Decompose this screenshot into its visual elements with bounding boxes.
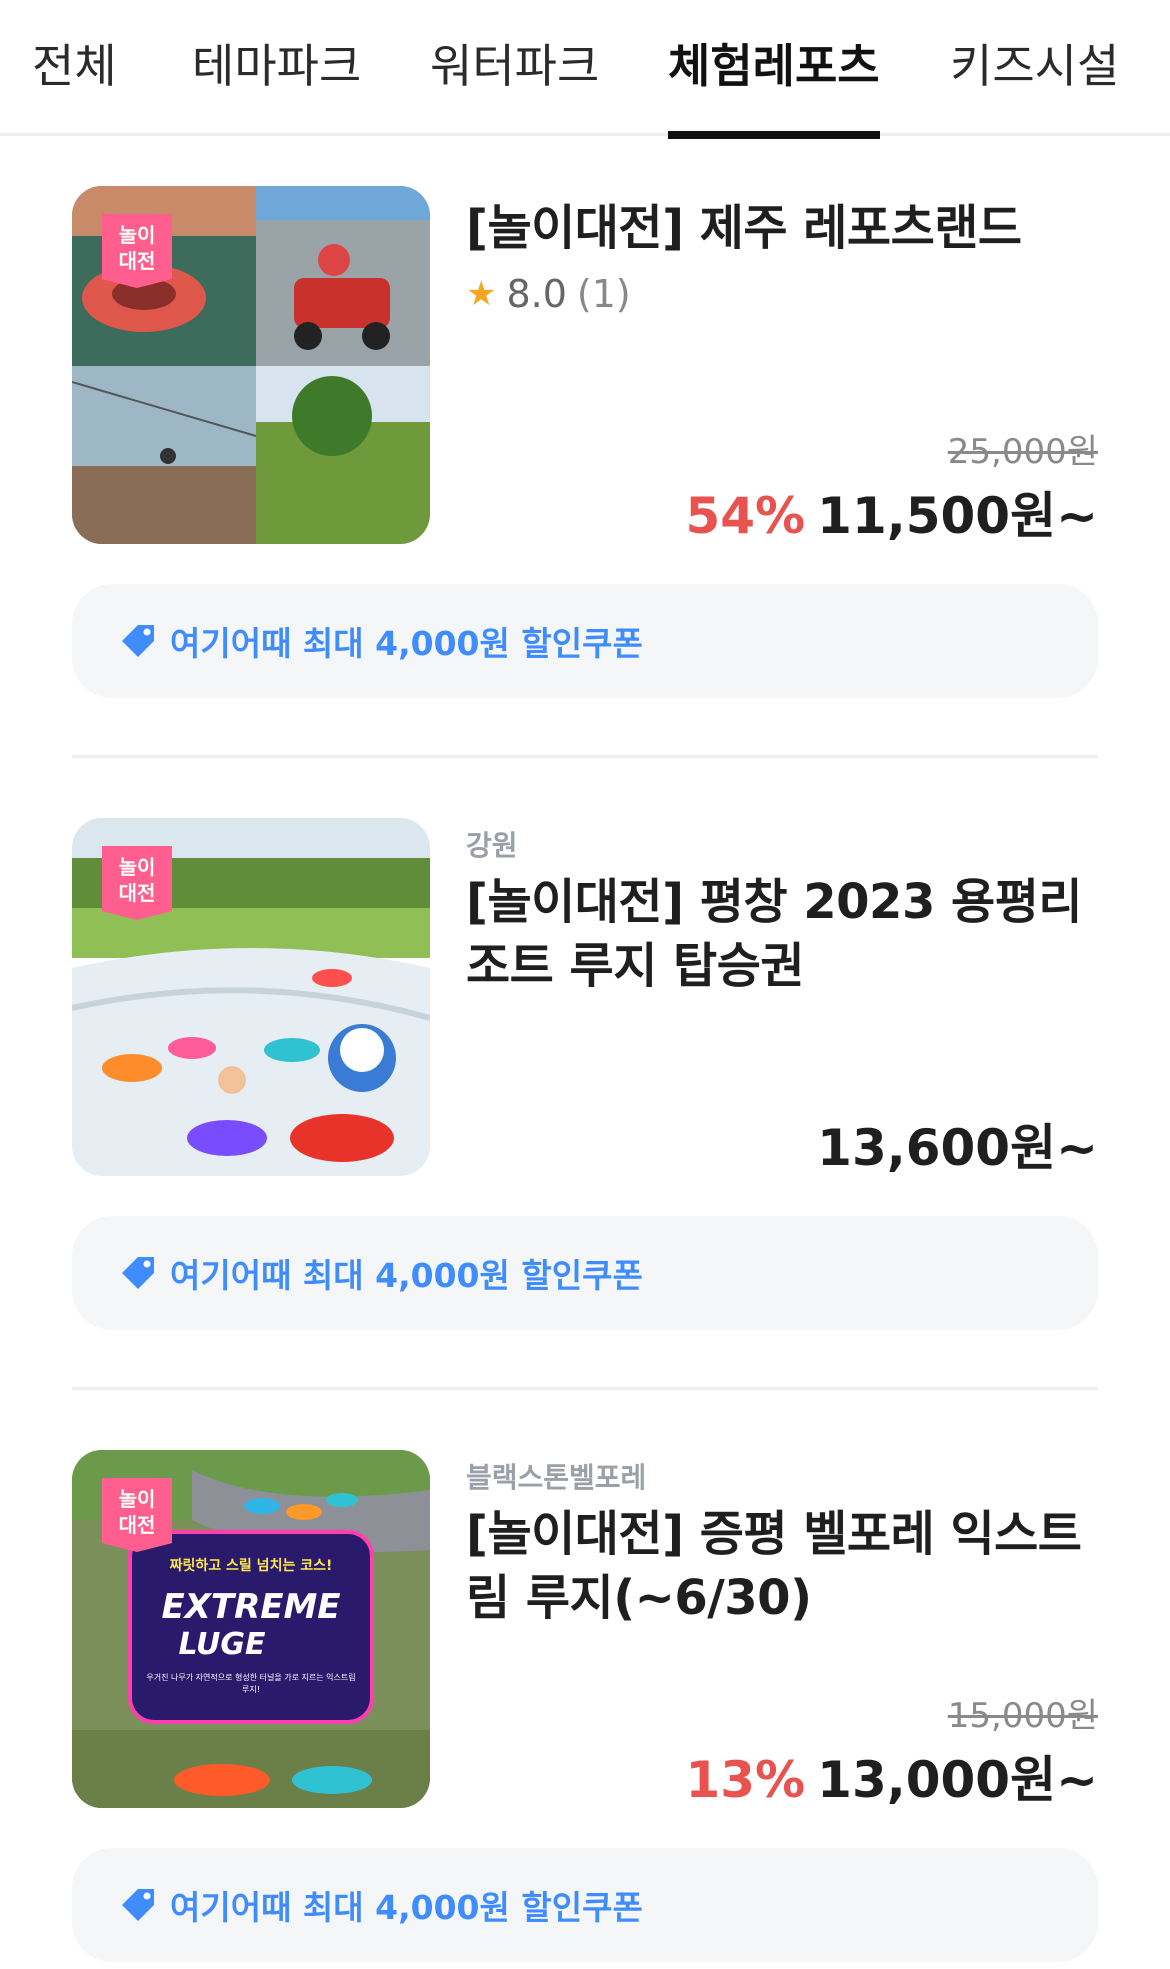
sale-price: 11,500원~	[817, 487, 1098, 545]
product-rating: ★ 8.0 (1)	[466, 272, 631, 316]
promo-badge: 놀이 대전	[102, 846, 172, 920]
tab-all[interactable]: 전체	[32, 0, 117, 136]
product-title[interactable]: [놀이대전] 제주 레포츠랜드	[466, 196, 1106, 260]
product-card[interactable]: 놀이 대전 강원 [놀이대전] 평창 2023 용평리조트 루지 탑승권 13,…	[0, 818, 1170, 1338]
product-thumbnail[interactable]: 짜릿하고 스릴 넘치는 코스! EXTREME LUGE 우거진 나무가 자연적…	[72, 1450, 430, 1808]
star-icon: ★	[466, 274, 497, 314]
coupon-banner[interactable]: 여기어때 최대 4,000원 할인쿠폰	[72, 1216, 1098, 1330]
original-price: 15,000원	[947, 1696, 1098, 1736]
product-title[interactable]: [놀이대전] 평창 2023 용평리조트 루지 탑승권	[466, 870, 1106, 998]
rating-score: 8.0	[506, 272, 567, 316]
promo-badge-label: 놀이 대전	[118, 855, 156, 905]
coupon-text: 여기어때 최대 4,000원 할인쿠폰	[170, 1256, 643, 1295]
coupon-banner[interactable]: 여기어때 최대 4,000원 할인쿠폰	[72, 584, 1098, 698]
product-region: 블랙스톤벨포레	[466, 1461, 647, 1494]
promo-badge-label: 놀이 대전	[118, 223, 156, 273]
image-logo-line2: LUGE	[179, 1627, 266, 1662]
price-line: 13% 13,000원~	[685, 1740, 1098, 1812]
image-logo-line1: EXTREME	[161, 1587, 340, 1627]
tab-experience-leisure[interactable]: 체험레포츠	[668, 0, 880, 139]
active-tab-indicator	[668, 131, 880, 139]
tab-kids-facility[interactable]: 키즈시설	[950, 0, 1119, 136]
rating-count: (1)	[576, 272, 631, 316]
coupon-banner[interactable]: 여기어때 최대 4,000원 할인쿠폰	[72, 1848, 1098, 1962]
product-title[interactable]: [놀이대전] 증평 벨포레 익스트림 루지(~6/30)	[466, 1502, 1106, 1630]
card-divider	[72, 1387, 1098, 1390]
category-tab-bar: 전체 테마파크 워터파크 체험레포츠 키즈시설	[0, 0, 1170, 139]
coupon-tag-icon	[122, 1257, 154, 1289]
product-card[interactable]: 짜릿하고 스릴 넘치는 코스! EXTREME LUGE 우거진 나무가 자연적…	[0, 1450, 1170, 1969]
promo-badge: 놀이 대전	[102, 1478, 172, 1552]
price-line: 13,600원~	[817, 1108, 1098, 1180]
discount-rate: 54%	[685, 487, 806, 545]
promo-badge-label: 놀이 대전	[118, 1487, 156, 1537]
sale-price: 13,000원~	[817, 1751, 1098, 1809]
product-card[interactable]: 놀이 대전 [놀이대전] 제주 레포츠랜드 ★ 8.0 (1) 25,000원 5…	[0, 186, 1170, 706]
product-thumbnail[interactable]: 놀이 대전	[72, 818, 430, 1176]
tab-theme-park[interactable]: 테마파크	[192, 0, 361, 136]
discount-rate: 13%	[685, 1751, 806, 1809]
sale-price: 13,600원~	[817, 1119, 1098, 1177]
coupon-text: 여기어때 최대 4,000원 할인쿠폰	[170, 624, 643, 663]
promo-badge: 놀이 대전	[102, 214, 172, 288]
original-price: 25,000원	[947, 432, 1098, 472]
coupon-tag-icon	[122, 625, 154, 657]
coupon-text: 여기어때 최대 4,000원 할인쿠폰	[170, 1888, 643, 1927]
product-thumbnail[interactable]: 놀이 대전	[72, 186, 430, 544]
product-region: 강원	[466, 829, 518, 862]
coupon-tag-icon	[122, 1889, 154, 1921]
card-divider	[72, 755, 1098, 758]
tab-water-park[interactable]: 워터파크	[430, 0, 599, 136]
image-headline: 짜릿하고 스릴 넘치는 코스!	[170, 1557, 333, 1574]
tab-experience-leisure-label: 체험레포츠	[668, 39, 880, 93]
price-line: 54% 11,500원~	[685, 476, 1098, 548]
image-caption: 우거진 나무가 자연적으로 형성한 터널을 가로 지르는 익스트림 루지!	[146, 1673, 356, 1694]
